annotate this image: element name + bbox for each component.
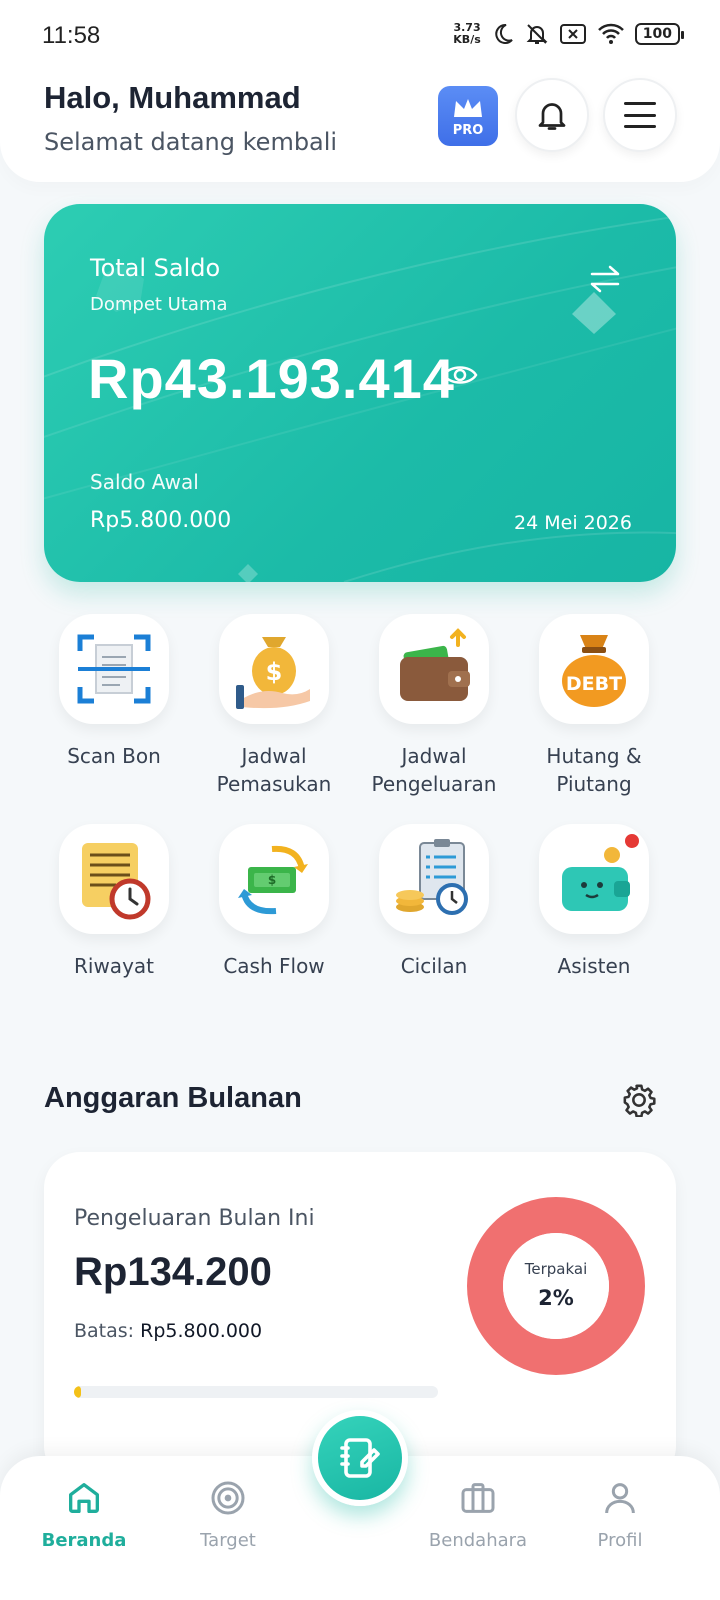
swap-icon[interactable] xyxy=(588,264,622,294)
limit-label: Batas: xyxy=(74,1320,135,1342)
nav-target[interactable]: Target xyxy=(168,1478,288,1551)
menu-label: Cash Flow xyxy=(223,954,325,978)
limit-row: Batas: Rp5.800.000 xyxy=(74,1320,262,1342)
menu-label: Scan Bon xyxy=(67,744,161,768)
menu-jadwal-pemasukan[interactable]: $ Jadwal Pemasukan xyxy=(194,614,354,798)
briefcase-icon xyxy=(461,1483,495,1513)
menu-scan-bon[interactable]: Scan Bon xyxy=(34,614,194,770)
menu-riwayat[interactable]: Riwayat xyxy=(34,824,194,980)
bell-icon xyxy=(538,103,566,130)
notebook-edit-icon xyxy=(340,1438,380,1478)
menu-label: Asisten xyxy=(557,954,631,978)
debt-bag-icon: DEBT xyxy=(539,614,649,724)
nav-label: Beranda xyxy=(41,1530,127,1551)
balance-amount: Rp43.193.414 xyxy=(88,347,455,410)
initial-balance-label: Saldo Awal xyxy=(90,470,199,494)
budget-progress-bar xyxy=(74,1386,438,1398)
used-percent: 2% xyxy=(538,1286,574,1310)
moon-icon xyxy=(495,23,513,44)
menu-label: Hutang & Piutang xyxy=(546,744,642,796)
money-bag-hand-icon: $ xyxy=(219,614,329,724)
menu-label: Jadwal Pemasukan xyxy=(216,744,332,796)
sim-x-icon xyxy=(559,24,586,44)
svg-text:$: $ xyxy=(268,873,276,887)
svg-text:DEBT: DEBT xyxy=(566,673,622,695)
hamburger-icon xyxy=(624,102,656,128)
menu-cash-flow[interactable]: $ Cash Flow xyxy=(194,824,354,980)
status-icons: 3.73 KB/s 100 xyxy=(453,21,685,46)
pro-label: PRO xyxy=(452,122,484,138)
pro-button[interactable]: PRO xyxy=(438,86,498,146)
balance-title: Total Saldo xyxy=(90,254,221,282)
budget-progress-fill xyxy=(74,1386,82,1398)
budget-section-title: Anggaran Bulanan xyxy=(44,1082,302,1114)
header: Halo, Muhammad Selamat datang kembali PR… xyxy=(0,56,720,182)
spend-amount: Rp134.200 xyxy=(74,1250,272,1294)
gear-icon[interactable] xyxy=(622,1083,656,1117)
add-note-fab[interactable] xyxy=(312,1410,408,1506)
greeting-subtitle: Selamat datang kembali xyxy=(44,128,338,156)
installment-icon xyxy=(379,824,489,934)
nav-profil[interactable]: Profil xyxy=(560,1478,680,1551)
wallet-name: Dompet Utama xyxy=(90,294,228,315)
bell-off-icon xyxy=(526,24,548,44)
limit-value: Rp5.800.000 xyxy=(140,1320,263,1342)
home-icon xyxy=(69,1483,100,1513)
menu-hutang-piutang[interactable]: DEBT Hutang & Piutang xyxy=(514,614,674,798)
balance-date: 24 Mei 2026 xyxy=(514,512,632,534)
nav-label: Profil xyxy=(597,1530,643,1551)
menu-label: Cicilan xyxy=(400,954,468,978)
menu-button[interactable] xyxy=(603,78,677,152)
wallet-assistant-icon xyxy=(539,824,649,934)
svg-text:$: $ xyxy=(266,658,283,686)
scan-receipt-icon xyxy=(59,614,169,724)
network-speed: 3.73 KB/s xyxy=(453,21,481,46)
spend-label: Pengeluaran Bulan Ini xyxy=(74,1206,315,1231)
nav-beranda[interactable]: Beranda xyxy=(24,1478,144,1551)
initial-balance-value: Rp5.800.000 xyxy=(90,508,232,533)
crown-icon xyxy=(454,98,482,117)
nav-bendahara[interactable]: Bendahara xyxy=(418,1478,538,1551)
cash-cycle-icon: $ xyxy=(219,824,329,934)
history-scroll-icon xyxy=(59,824,169,934)
wifi-icon xyxy=(597,23,624,44)
menu-asisten[interactable]: Asisten xyxy=(514,824,674,980)
target-icon xyxy=(211,1481,245,1515)
profile-icon xyxy=(605,1483,635,1514)
nav-label: Target xyxy=(200,1530,256,1551)
menu-cicilan[interactable]: Cicilan xyxy=(354,824,514,980)
used-label: Terpakai xyxy=(524,1260,588,1278)
status-time: 11:58 xyxy=(42,22,101,49)
wallet-out-icon xyxy=(379,614,489,724)
greeting-title: Halo, Muhammad xyxy=(44,80,301,115)
menu-label: Riwayat xyxy=(74,954,154,978)
notification-dot xyxy=(625,834,639,848)
notification-button[interactable] xyxy=(515,78,589,152)
balance-card[interactable]: Total Saldo Dompet Utama Rp43.193.414 Sa… xyxy=(44,204,676,582)
menu-label: Jadwal Pengeluaran xyxy=(371,744,497,796)
battery-indicator: 100 xyxy=(634,23,685,45)
menu-jadwal-pengeluaran[interactable]: Jadwal Pengeluaran xyxy=(354,614,514,798)
nav-label: Bendahara xyxy=(428,1530,528,1551)
eye-icon[interactable] xyxy=(442,362,478,388)
